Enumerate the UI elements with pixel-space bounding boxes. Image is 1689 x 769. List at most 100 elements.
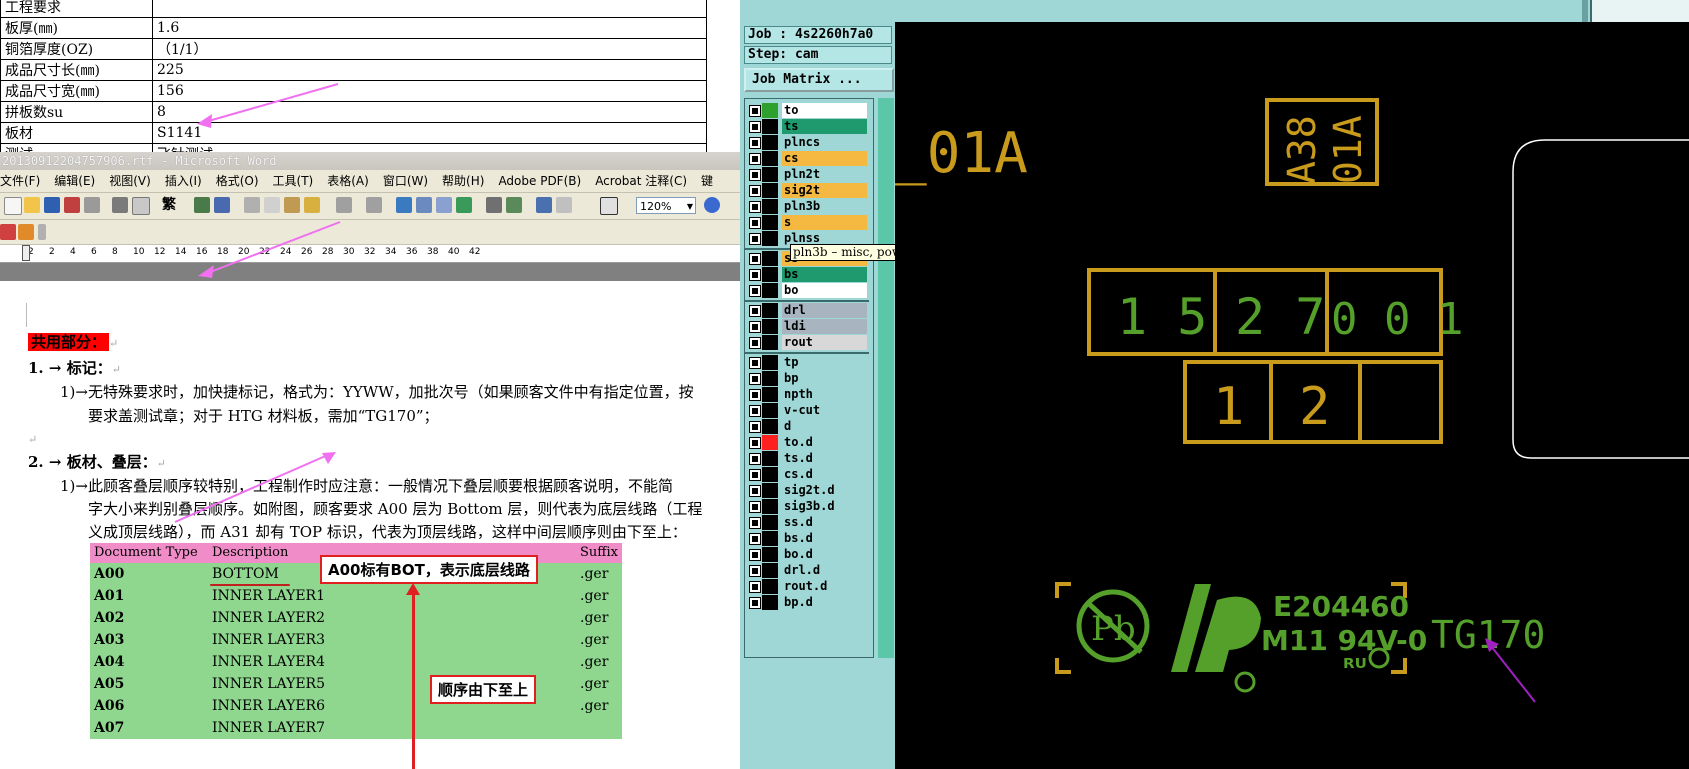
layer-checkbox[interactable]: [749, 153, 761, 165]
layer-color-swatch[interactable]: [762, 135, 778, 150]
layer-row[interactable]: sig2t: [745, 183, 869, 199]
layer-name[interactable]: ts: [782, 119, 867, 134]
layer-name[interactable]: bo.d: [782, 547, 867, 562]
layer-name[interactable]: pln3b: [782, 199, 867, 214]
layer-color-swatch[interactable]: [762, 103, 778, 118]
layer-name[interactable]: cs: [782, 151, 867, 166]
layer-color-swatch[interactable]: [762, 335, 778, 350]
layer-checkbox[interactable]: [749, 217, 761, 229]
layer-checkbox[interactable]: [749, 105, 761, 117]
layer-name[interactable]: v-cut: [782, 403, 867, 418]
layer-name[interactable]: to: [782, 103, 867, 118]
layer-checkbox[interactable]: [749, 421, 761, 433]
layer-color-swatch[interactable]: [762, 451, 778, 466]
cam-graphic-canvas[interactable]: _01A A38 01A 1 5 2 7 0 0 1 1 2 Pb E20446…: [895, 22, 1689, 769]
layer-color-swatch[interactable]: [762, 387, 778, 402]
layer-name[interactable]: rout.d: [782, 579, 867, 594]
layer-name[interactable]: bs: [782, 267, 867, 282]
layer-row[interactable]: bp: [745, 371, 869, 387]
layer-checkbox[interactable]: [749, 405, 761, 417]
layer-row[interactable]: tp: [745, 355, 869, 371]
layer-color-swatch[interactable]: [762, 499, 778, 514]
layer-row[interactable]: pln2t: [745, 167, 869, 183]
layer-checkbox[interactable]: [749, 437, 761, 449]
layer-checkbox[interactable]: [749, 517, 761, 529]
layer-name[interactable]: rout: [782, 335, 867, 350]
layer-name[interactable]: to.d: [782, 435, 867, 450]
layer-color-swatch[interactable]: [762, 167, 778, 182]
layer-checkbox[interactable]: [749, 389, 761, 401]
layer-name[interactable]: d: [782, 419, 867, 434]
layer-name[interactable]: ss.d: [782, 515, 867, 530]
layer-checkbox[interactable]: [749, 469, 761, 481]
layer-name[interactable]: sig2t.d: [782, 483, 867, 498]
layer-color-swatch[interactable]: [762, 595, 778, 610]
layer-name[interactable]: drl: [782, 303, 867, 318]
layer-color-swatch[interactable]: [762, 579, 778, 594]
layer-row[interactable]: pln3b: [745, 199, 869, 215]
layer-name[interactable]: ts.d: [782, 451, 867, 466]
layer-color-swatch[interactable]: [762, 547, 778, 562]
layer-color-swatch[interactable]: [762, 303, 778, 318]
layer-name[interactable]: tp: [782, 355, 867, 370]
layer-name[interactable]: s: [782, 215, 867, 230]
layer-row[interactable]: to.d: [745, 435, 869, 451]
layer-row[interactable]: bo: [745, 283, 869, 299]
layer-color-swatch[interactable]: [762, 483, 778, 498]
layer-color-swatch[interactable]: [762, 563, 778, 578]
layer-row[interactable]: cs.d: [745, 467, 869, 483]
layer-checkbox[interactable]: [749, 373, 761, 385]
layer-checkbox[interactable]: [749, 253, 761, 265]
layer-row[interactable]: drl: [745, 303, 869, 319]
layer-checkbox[interactable]: [749, 121, 761, 133]
layer-name[interactable]: npth: [782, 387, 867, 402]
layer-color-swatch[interactable]: [762, 151, 778, 166]
job-matrix-button[interactable]: Job Matrix ...: [744, 68, 894, 92]
layer-row[interactable]: ts: [745, 119, 869, 135]
layer-checkbox[interactable]: [749, 201, 761, 213]
layer-name[interactable]: ldi: [782, 319, 867, 334]
layer-checkbox[interactable]: [749, 581, 761, 593]
layer-checkbox[interactable]: [749, 269, 761, 281]
layer-name[interactable]: bo: [782, 283, 867, 298]
layer-name[interactable]: sig2t: [782, 183, 867, 198]
layer-row[interactable]: bp.d: [745, 595, 869, 611]
layer-checkbox[interactable]: [749, 549, 761, 561]
layer-name[interactable]: plncs: [782, 135, 867, 150]
layer-checkbox[interactable]: [749, 169, 761, 181]
layer-row[interactable]: cs: [745, 151, 869, 167]
layer-checkbox[interactable]: [749, 137, 761, 149]
layer-color-swatch[interactable]: [762, 119, 778, 134]
layer-row[interactable]: to: [745, 103, 869, 119]
layer-color-swatch[interactable]: [762, 251, 778, 266]
layer-color-swatch[interactable]: [762, 231, 778, 246]
layer-row[interactable]: ts.d: [745, 451, 869, 467]
layer-row[interactable]: npth: [745, 387, 869, 403]
layer-color-swatch[interactable]: [762, 267, 778, 282]
layer-row[interactable]: s: [745, 215, 869, 231]
layer-row[interactable]: v-cut: [745, 403, 869, 419]
layer-checkbox[interactable]: [749, 285, 761, 297]
layer-name[interactable]: sig3b.d: [782, 499, 867, 514]
layer-row[interactable]: rout.d: [745, 579, 869, 595]
layer-color-swatch[interactable]: [762, 371, 778, 386]
layer-row[interactable]: bo.d: [745, 547, 869, 563]
layer-color-swatch[interactable]: [762, 183, 778, 198]
layer-name[interactable]: bp: [782, 371, 867, 386]
layer-row[interactable]: d: [745, 419, 869, 435]
layer-checkbox[interactable]: [749, 533, 761, 545]
layer-color-swatch[interactable]: [762, 435, 778, 450]
layer-row[interactable]: sig2t.d: [745, 483, 869, 499]
layer-row[interactable]: plncs: [745, 135, 869, 151]
layer-checkbox[interactable]: [749, 185, 761, 197]
layer-color-swatch[interactable]: [762, 283, 778, 298]
layer-row[interactable]: ss.d: [745, 515, 869, 531]
layer-checkbox[interactable]: [749, 485, 761, 497]
layer-name[interactable]: bp.d: [782, 595, 867, 610]
layer-name[interactable]: drl.d: [782, 563, 867, 578]
layer-row[interactable]: sig3b.d: [745, 499, 869, 515]
layer-checkbox[interactable]: [749, 597, 761, 609]
layer-name[interactable]: pln2t: [782, 167, 867, 182]
layer-color-swatch[interactable]: [762, 355, 778, 370]
layer-color-swatch[interactable]: [762, 467, 778, 482]
